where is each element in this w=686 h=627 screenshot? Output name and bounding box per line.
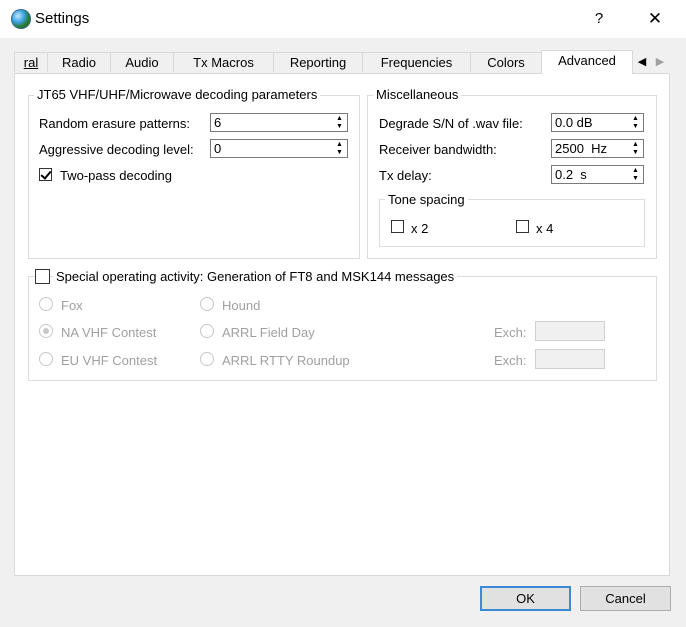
tab-label: Audio — [125, 55, 159, 70]
bandwidth-label: Receiver bandwidth: — [379, 142, 497, 157]
tab-scroll-left-icon[interactable]: ◀ — [634, 52, 650, 72]
tone-x4-label: x 4 — [536, 221, 554, 236]
spin-down-icon[interactable]: ▼ — [333, 123, 346, 130]
cancel-button[interactable]: Cancel — [580, 586, 671, 611]
random-erasure-label: Random erasure patterns: — [39, 116, 191, 131]
txdelay-value: 0.2 s — [555, 167, 587, 182]
exch2-label: Exch: — [494, 353, 527, 368]
tab-scroll-right-icon[interactable]: ▶ — [652, 52, 668, 72]
spin-up-icon[interactable]: ▲ — [333, 141, 346, 148]
radio-hound-label: Hound — [222, 298, 261, 313]
jt65-group-title: JT65 VHF/UHF/Microwave decoding paramete… — [34, 87, 321, 102]
radio-arrl-field-label: ARRL Field Day — [222, 325, 315, 340]
radio-fox-label: Fox — [61, 298, 83, 313]
radio-na-vhf-label: NA VHF Contest — [61, 325, 157, 340]
bandwidth-spinbox[interactable]: 2500 Hz ▲ ▼ — [551, 139, 644, 158]
radio-hound[interactable] — [200, 297, 214, 311]
spin-down-icon[interactable]: ▼ — [333, 149, 346, 156]
spin-down-icon[interactable]: ▼ — [629, 123, 642, 130]
special-activity-checkbox[interactable] — [35, 269, 50, 284]
tab-label: Reporting — [289, 55, 347, 70]
exch2-input[interactable] — [535, 349, 605, 369]
two-pass-label: Two-pass decoding — [60, 168, 173, 183]
aggressive-label: Aggressive decoding level: — [39, 142, 194, 157]
help-button[interactable]: ? — [584, 6, 614, 32]
spin-up-icon[interactable]: ▲ — [333, 115, 346, 122]
special-activity-label: Special operating activity: Generation o… — [53, 269, 458, 284]
two-pass-checkbox[interactable] — [39, 168, 52, 181]
window-title: Settings — [35, 10, 90, 27]
radio-eu-vhf-label: EU VHF Contest — [61, 353, 158, 368]
tab-label: Colors — [487, 55, 525, 70]
tab-advanced[interactable]: Advanced — [541, 50, 633, 74]
tone-x2-label: x 2 — [411, 221, 429, 236]
radio-fox[interactable] — [39, 297, 53, 311]
aggressive-value: 0 — [214, 141, 222, 156]
globe-icon — [11, 9, 31, 29]
spin-up-icon[interactable]: ▲ — [629, 141, 642, 148]
radio-arrl-field-day[interactable] — [200, 324, 214, 338]
misc-group-title: Miscellaneous — [373, 87, 462, 102]
spin-up-icon[interactable]: ▲ — [629, 167, 642, 174]
random-erasure-value: 6 — [214, 115, 222, 130]
degrade-label: Degrade S/N of .wav file: — [379, 116, 523, 131]
tab-general[interactable]: ral — [14, 52, 48, 72]
degrade-spinbox[interactable]: 0.0 dB ▲ ▼ — [551, 113, 644, 132]
txdelay-spinbox[interactable]: 0.2 s ▲ ▼ — [551, 165, 644, 184]
tab-reporting[interactable]: Reporting — [273, 52, 363, 72]
txdelay-label: Tx delay: — [379, 168, 432, 183]
tab-tx-macros[interactable]: Tx Macros — [173, 52, 274, 72]
degrade-value: 0.0 dB — [555, 115, 593, 130]
tone-spacing-title: Tone spacing — [385, 192, 468, 207]
tab-label: ral — [23, 55, 39, 70]
radio-na-vhf-contest[interactable] — [39, 324, 53, 338]
tab-frequencies[interactable]: Frequencies — [362, 52, 471, 72]
tab-label: Advanced — [558, 53, 616, 68]
spin-up-icon[interactable]: ▲ — [629, 115, 642, 122]
ok-button[interactable]: OK — [480, 586, 571, 611]
tab-label: Frequencies — [380, 55, 453, 70]
close-button[interactable]: ✕ — [640, 6, 670, 32]
tab-audio[interactable]: Audio — [110, 52, 174, 72]
tab-label: Tx Macros — [193, 55, 254, 70]
bandwidth-value: 2500 Hz — [555, 141, 608, 156]
title-bar[interactable]: Settings ? ✕ — [0, 0, 686, 38]
tab-radio[interactable]: Radio — [47, 52, 111, 72]
tab-colors[interactable]: Colors — [470, 52, 542, 72]
spin-down-icon[interactable]: ▼ — [629, 149, 642, 156]
spin-down-icon[interactable]: ▼ — [629, 175, 642, 182]
radio-eu-vhf-contest[interactable] — [39, 352, 53, 366]
tab-label: Radio — [62, 55, 96, 70]
radio-arrl-rtty-roundup[interactable] — [200, 352, 214, 366]
exch1-input[interactable] — [535, 321, 605, 341]
exch1-label: Exch: — [494, 325, 527, 340]
random-erasure-spinbox[interactable]: 6 ▲ ▼ — [210, 113, 348, 132]
radio-arrl-rtty-label: ARRL RTTY Roundup — [222, 353, 350, 368]
tone-x2-checkbox[interactable] — [391, 220, 404, 233]
aggressive-spinbox[interactable]: 0 ▲ ▼ — [210, 139, 348, 158]
tone-x4-checkbox[interactable] — [516, 220, 529, 233]
